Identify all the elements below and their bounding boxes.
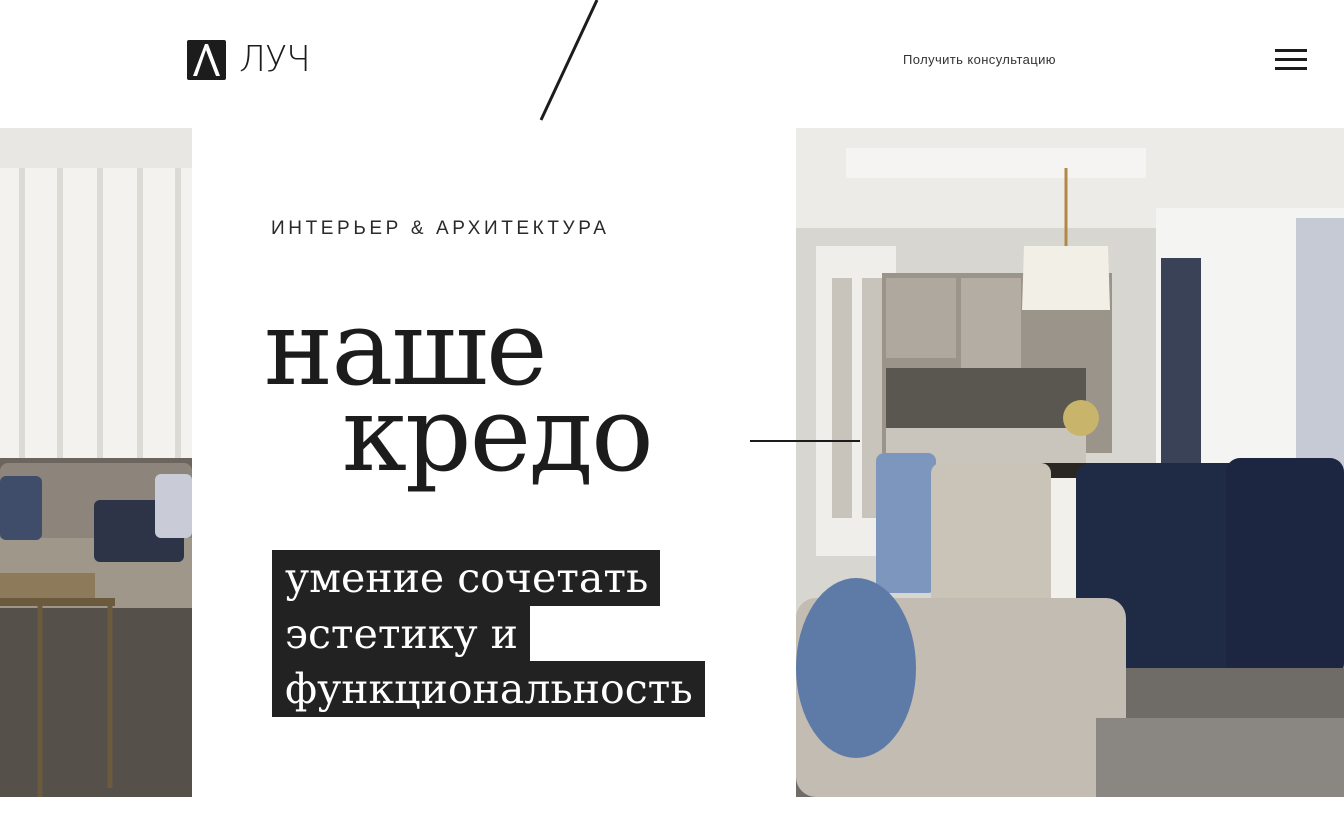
logo[interactable]: ЛУЧ <box>187 39 311 80</box>
connector-line <box>750 440 860 442</box>
dining-room-photo <box>796 128 1344 797</box>
menu-bar <box>1275 49 1307 52</box>
hamburger-menu-icon[interactable] <box>1275 49 1307 71</box>
tagline-line-3: функциональность <box>272 661 705 717</box>
logo-mark-icon <box>187 40 226 80</box>
headline-line-2: кредо <box>342 373 654 495</box>
menu-bar <box>1275 67 1307 70</box>
menu-bar <box>1275 58 1307 61</box>
consultation-link[interactable]: Получить консультацию <box>903 52 1056 67</box>
hero-eyebrow: ИНТЕРЬЕР & АРХИТЕКТУРА <box>271 218 610 239</box>
living-room-photo <box>0 128 192 797</box>
tagline-line-1: умение сочетать <box>272 550 661 606</box>
logo-text: ЛУЧ <box>239 39 311 80</box>
decorative-slash-line <box>539 0 599 121</box>
tagline-line-2: эстетику и <box>272 606 530 662</box>
